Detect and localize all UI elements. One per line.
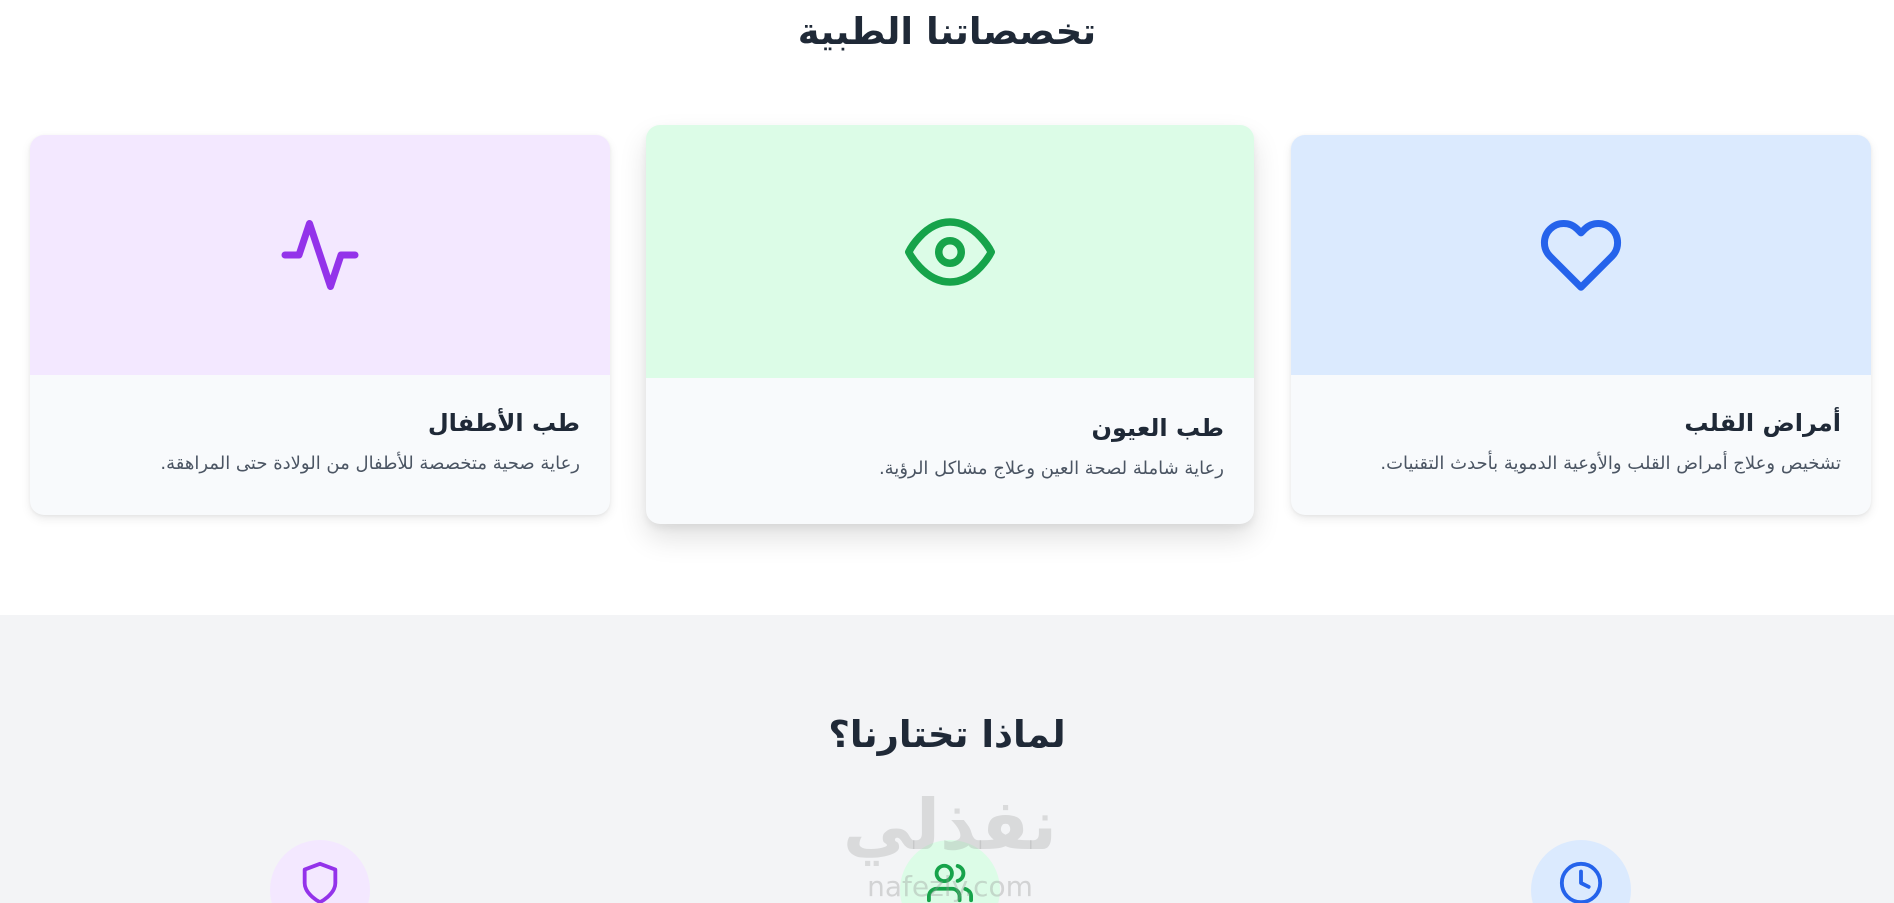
why-us-section: لماذا تختارنا؟ (0, 615, 1894, 903)
card-title: أمراض القلب (1684, 409, 1841, 437)
card-body: أمراض القلب تشخيص وعلاج أمراض القلب والأ… (1291, 409, 1871, 474)
card-body: طب العيون رعاية شاملة لصحة العين وعلاج م… (646, 414, 1254, 479)
specialties-section: تخصصاتنا الطبية أمراض القلب تشخيص وعلاج … (0, 0, 1894, 615)
specialty-card-cardiology[interactable]: أمراض القلب تشخيص وعلاج أمراض القلب والأ… (1291, 135, 1871, 515)
card-body: طب الأطفال رعاية صحية متخصصة للأطفال من … (30, 409, 610, 474)
feature-clock-badge (1531, 840, 1631, 903)
clock-icon (1559, 861, 1603, 903)
specialty-card-pediatrics[interactable]: طب الأطفال رعاية صحية متخصصة للأطفال من … (30, 135, 610, 515)
card-description: تشخيص وعلاج أمراض القلب والأوعية الدموية… (1380, 453, 1841, 474)
specialties-title: تخصصاتنا الطبية (797, 10, 1097, 53)
card-description: رعاية شاملة لصحة العين وعلاج مشاكل الرؤي… (878, 458, 1224, 479)
card-header (30, 135, 610, 375)
feature-shield-badge (270, 840, 370, 903)
card-title: طب العيون (1091, 414, 1224, 442)
specialty-card-ophthalmology[interactable]: طب العيون رعاية شاملة لصحة العين وعلاج م… (646, 125, 1254, 524)
eye-icon (905, 217, 995, 286)
users-icon (927, 863, 973, 903)
card-header (1291, 135, 1871, 375)
activity-icon (281, 220, 359, 290)
card-header (646, 125, 1254, 378)
shield-icon (302, 861, 338, 903)
card-title: طب الأطفال (427, 409, 580, 437)
card-description: رعاية صحية متخصصة للأطفال من الولادة حتى… (160, 453, 580, 474)
why-us-title: لماذا تختارنا؟ (828, 713, 1066, 756)
feature-users-badge (900, 840, 1000, 903)
heart-icon (1540, 220, 1622, 291)
